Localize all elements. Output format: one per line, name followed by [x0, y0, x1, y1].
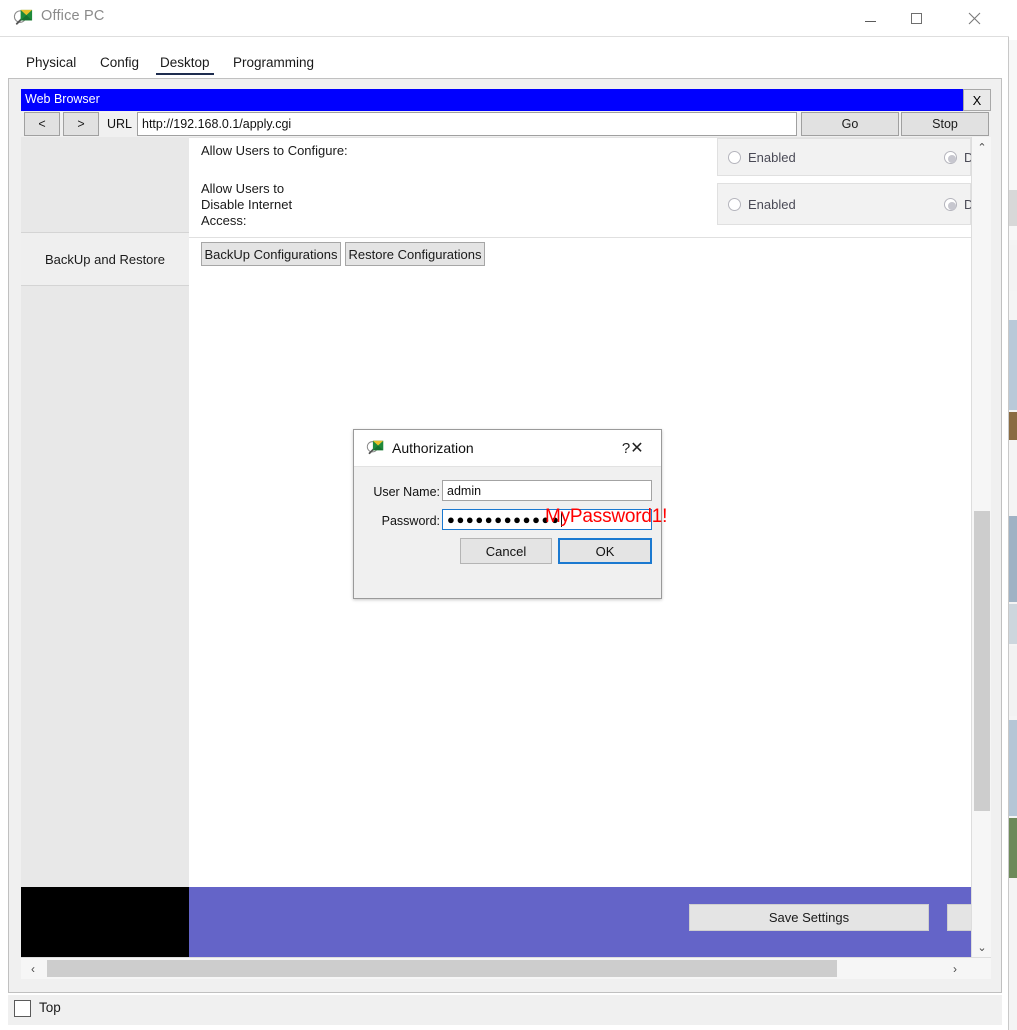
backup-configurations-button[interactable]: BackUp Configurations: [201, 242, 341, 266]
page-sidebar: BackUp and Restore: [21, 137, 189, 887]
scroll-right-icon[interactable]: ›: [943, 958, 967, 979]
close-icon: [968, 12, 980, 24]
ok-button[interactable]: OK: [558, 538, 652, 564]
page-sidebar-footer-block: [21, 887, 189, 957]
password-masked-value: ●●●●●●●●●●●●: [447, 512, 561, 527]
tab-desktop-label: Desktop: [160, 55, 210, 70]
tab-physical-label: Physical: [26, 55, 77, 70]
setting-options: Enabled Disabled: [717, 183, 991, 225]
tab-config[interactable]: Config: [90, 47, 149, 78]
tab-physical[interactable]: Physical: [16, 47, 86, 78]
url-input[interactable]: http://192.168.0.1/apply.cgi: [137, 112, 797, 136]
radio-label: Enabled: [748, 150, 796, 165]
desktop-status-bar: Top: [8, 995, 1002, 1025]
radio-enabled-internet-access[interactable]: Enabled: [728, 197, 796, 212]
minimize-button[interactable]: [847, 0, 893, 36]
password-annotation: MyPassword1!: [545, 506, 668, 527]
radio-icon: [944, 198, 957, 211]
maximize-button[interactable]: [893, 0, 939, 36]
radio-icon: [728, 198, 741, 211]
web-browser-close-button[interactable]: X: [963, 89, 991, 111]
go-button[interactable]: Go: [801, 112, 899, 136]
packet-tracer-icon: [13, 9, 33, 25]
window-title: Office PC: [41, 8, 105, 24]
top-checkbox-label: Top: [39, 1000, 61, 1015]
radio-icon: [728, 151, 741, 164]
save-settings-button[interactable]: Save Settings: [689, 904, 929, 931]
maximize-icon: [910, 12, 922, 24]
scroll-up-icon[interactable]: ⌃: [972, 137, 992, 157]
tab-programming[interactable]: Programming: [223, 47, 324, 78]
page-footer-bar: Save Settings: [189, 887, 991, 957]
stop-button[interactable]: Stop: [901, 112, 989, 136]
web-browser-title: Web Browser: [25, 92, 100, 106]
content-divider: [189, 237, 971, 238]
device-tabs: Physical Config Desktop Programming: [8, 47, 1002, 78]
dialog-close-button[interactable]: ✕: [622, 434, 652, 462]
scroll-left-icon[interactable]: ‹: [21, 958, 45, 979]
minimize-icon: [864, 20, 876, 22]
tab-programming-label: Programming: [233, 55, 315, 70]
radio-enabled-configure[interactable]: Enabled: [728, 150, 796, 165]
setting-label: Allow Users to Configure:: [201, 143, 348, 158]
setting-row-allow-users-to-configure: Allow Users to Configure: Enabled Disabl…: [189, 137, 991, 176]
username-label: User Name:: [373, 485, 440, 499]
close-button[interactable]: [951, 0, 997, 36]
window-title-bar: Office PC: [0, 0, 1009, 37]
top-checkbox[interactable]: [14, 1000, 31, 1017]
tab-desktop[interactable]: Desktop: [150, 47, 220, 78]
password-label: Password:: [381, 514, 440, 528]
radio-icon: [944, 151, 957, 164]
tab-config-label: Config: [100, 55, 140, 70]
setting-row-allow-users-to-disable-internet-access: Allow Users to Disable Internet Access: …: [189, 175, 991, 237]
username-input[interactable]: admin: [442, 480, 652, 501]
cancel-button[interactable]: Cancel: [460, 538, 552, 564]
packet-tracer-icon: [366, 440, 384, 455]
sidebar-item-backup-and-restore[interactable]: BackUp and Restore: [21, 232, 189, 286]
web-browser-toolbar: < > URL http://192.168.0.1/apply.cgi Go …: [21, 111, 991, 137]
radio-label: Enabled: [748, 197, 796, 212]
forward-button[interactable]: >: [63, 112, 99, 136]
sidebar-item-label: BackUp and Restore: [45, 251, 165, 267]
setting-label: Allow Users to Disable Internet Access:: [201, 181, 293, 228]
back-button[interactable]: <: [24, 112, 60, 136]
horizontal-scrollbar-thumb[interactable]: [47, 960, 837, 977]
setting-options: Enabled Disabled: [717, 138, 991, 176]
url-label: URL: [107, 117, 133, 131]
restore-configurations-button[interactable]: Restore Configurations: [345, 242, 485, 266]
page-vertical-scrollbar[interactable]: ⌃ ⌄: [971, 137, 991, 957]
dialog-title: Authorization: [392, 440, 474, 456]
web-browser-title-bar: Web Browser X: [21, 89, 991, 111]
page-horizontal-scrollbar[interactable]: ‹ ›: [21, 957, 991, 979]
scroll-down-icon[interactable]: ⌄: [972, 937, 992, 957]
dialog-title-bar: Authorization ? ✕: [354, 430, 661, 467]
vertical-scrollbar-thumb[interactable]: [974, 511, 990, 811]
